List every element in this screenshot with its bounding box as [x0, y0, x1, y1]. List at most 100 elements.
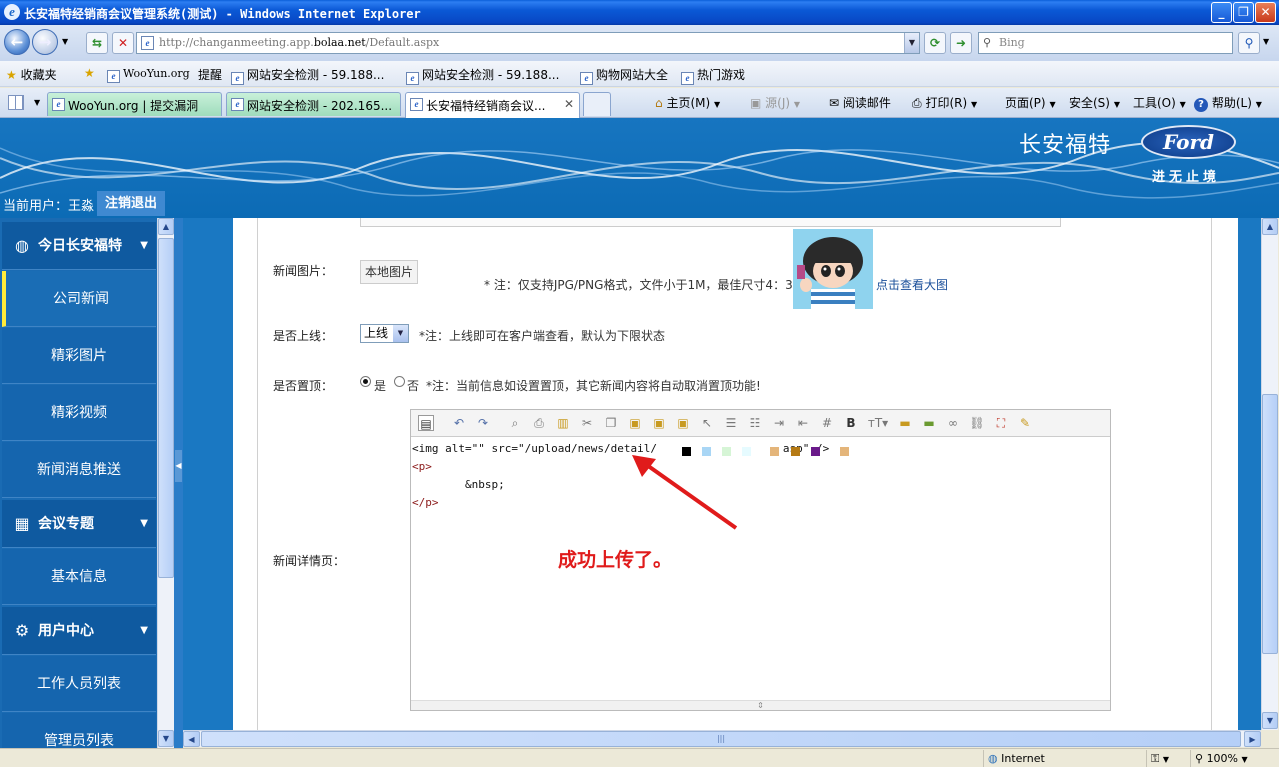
search-options-dropdown-icon[interactable]: ▼	[1263, 37, 1269, 46]
sidebar-group-user-center[interactable]: ⚙ 用户中心 ▼	[2, 607, 156, 655]
forward-button[interactable]: →	[32, 29, 58, 55]
rich-text-editor[interactable]: ▤ ↶ ↷ ⌕ ⎙ ▥ ✂ ❐ ▣ ▣ ▣ ↖ ☰ ☷ ⇥ ⇤ # B тT▾ …	[410, 409, 1111, 711]
online-status-select[interactable]: 上线 ▼	[360, 324, 409, 343]
preview-icon[interactable]: ⌕	[507, 415, 523, 431]
back-button[interactable]: ←	[4, 29, 30, 55]
unlink-icon[interactable]: ⛓	[969, 415, 985, 431]
indent-icon[interactable]: ⇥	[771, 415, 787, 431]
print-button[interactable]: ⎙ 打印(R) ▼	[912, 94, 977, 111]
refresh-button[interactable]: ⟳	[924, 32, 946, 54]
favorite-link-security-2[interactable]: e 网站安全检测 - 59.188...	[406, 66, 559, 85]
favorite-link-security-1[interactable]: e 网站安全检测 - 59.188...	[231, 66, 384, 85]
search-go-button[interactable]: ⚲	[1238, 32, 1260, 54]
cut-icon[interactable]: ✂	[579, 415, 595, 431]
bold-icon[interactable]: B	[843, 415, 859, 431]
undo-icon[interactable]: ↶	[451, 415, 467, 431]
ordered-list-icon[interactable]: ☰	[723, 415, 739, 431]
favorite-link-shopping[interactable]: e 购物网站大全	[580, 66, 668, 85]
sidebar-item-staff-list[interactable]: 工作人员列表	[2, 656, 156, 712]
sidebar-group-meeting[interactable]: ▦ 会议专题 ▼	[2, 500, 156, 548]
compatibility-view-button[interactable]: ⇆	[86, 32, 108, 54]
favorite-link-reminder[interactable]: 提醒	[198, 66, 222, 83]
favorite-link-wooyun[interactable]: e WooYun.org	[107, 66, 190, 83]
close-tab-icon[interactable]: ✕	[564, 97, 574, 111]
print-icon[interactable]: ⎙	[531, 415, 547, 431]
scroll-down-icon[interactable]: ▼	[1262, 712, 1278, 729]
address-dropdown-icon[interactable]: ▼	[904, 33, 919, 53]
window-title-bar[interactable]: e 长安福特经销商会议管理系统(测试) - Windows Internet E…	[0, 0, 1279, 25]
paste-word-icon[interactable]: ▣	[675, 415, 691, 431]
tools-menu-button[interactable]: 工具(O) ▼	[1133, 94, 1186, 111]
safety-menu-button[interactable]: 安全(S) ▼	[1069, 94, 1120, 111]
sidebar-item-company-news[interactable]: 公司新闻	[2, 271, 156, 327]
file-name-field[interactable]	[419, 260, 479, 287]
help-menu-button[interactable]: ? 帮助(L) ▼	[1194, 94, 1262, 112]
recent-pages-dropdown-icon[interactable]: ▼	[62, 37, 68, 46]
pin-top-yes-radio[interactable]	[360, 376, 371, 387]
collapse-sidebar-icon[interactable]: ◀	[175, 450, 182, 482]
horizontal-scroll-thumb[interactable]: |||	[201, 731, 1241, 747]
stop-button[interactable]: ✕	[112, 32, 134, 54]
favorite-link-games[interactable]: e 热门游戏	[681, 66, 745, 85]
scroll-down-icon[interactable]: ▼	[158, 730, 174, 747]
zoom-level[interactable]: ⚲ 100% ▼	[1190, 750, 1276, 767]
select-all-icon[interactable]: ↖	[699, 415, 715, 431]
redo-icon[interactable]: ↷	[475, 415, 491, 431]
page-vertical-scrollbar[interactable]: ▲ ▼	[1261, 218, 1278, 730]
source-code-icon[interactable]: ▤	[418, 415, 434, 431]
close-window-button[interactable]: ✕	[1255, 2, 1276, 23]
sidebar-item-basic-info[interactable]: 基本信息	[2, 549, 156, 605]
read-mail-button[interactable]: ✉ 阅读邮件	[829, 94, 891, 111]
table-icon[interactable]: #	[819, 415, 835, 431]
tab-list-dropdown-icon[interactable]: ▼	[34, 98, 40, 107]
copy-icon[interactable]: ❐	[603, 415, 619, 431]
search-box[interactable]: ⚲ Bing	[978, 32, 1233, 54]
tab-changan-ford[interactable]: e 长安福特经销商会议... ✕	[405, 92, 580, 118]
sidebar-item-videos[interactable]: 精彩视频	[2, 385, 156, 441]
page-menu-button[interactable]: 页面(P) ▼	[1005, 94, 1056, 111]
scroll-left-icon[interactable]: ◀	[183, 731, 200, 747]
home-button[interactable]: ⌂ 主页(M) ▼	[655, 94, 720, 111]
template-icon[interactable]: ▥	[555, 415, 571, 431]
paste-icon[interactable]: ▣	[627, 415, 643, 431]
sidebar-group-today[interactable]: ◍ 今日长安福特 ▼	[2, 222, 156, 270]
outdent-icon[interactable]: ⇤	[795, 415, 811, 431]
go-button[interactable]: ➜	[950, 32, 972, 54]
quick-tabs-icon[interactable]	[8, 95, 24, 110]
tab-security-check[interactable]: e 网站安全检测 - 202.165...	[226, 92, 401, 116]
feeds-button[interactable]: ▣ 源(J) ▼	[750, 94, 800, 111]
scroll-up-icon[interactable]: ▲	[1262, 218, 1278, 235]
logout-button[interactable]: 注销退出	[97, 191, 165, 216]
new-tab-button[interactable]	[583, 92, 611, 116]
security-zone[interactable]: ◍ Internet	[983, 750, 1143, 767]
address-bar[interactable]: e http://changanmeeting.app.bolaa.net/De…	[136, 32, 920, 54]
sidebar-item-pictures[interactable]: 精彩图片	[2, 328, 156, 384]
scroll-up-icon[interactable]: ▲	[158, 218, 174, 235]
page-scroll-thumb[interactable]	[1262, 394, 1278, 654]
page-horizontal-scrollbar[interactable]: ◀ ||| ▶	[183, 730, 1261, 747]
clear-format-icon[interactable]: ✎	[1017, 415, 1033, 431]
scroll-right-icon[interactable]: ▶	[1244, 731, 1261, 747]
link-icon[interactable]: ∞	[945, 415, 961, 431]
unordered-list-icon[interactable]: ☷	[747, 415, 763, 431]
favorites-button[interactable]: ★ 收藏夹	[6, 66, 57, 83]
insert-image-icon[interactable]: ▬	[897, 415, 913, 431]
insert-flash-icon[interactable]: ▬	[921, 415, 937, 431]
tab-wooyun[interactable]: e WooYun.org | 提交漏洞	[47, 92, 222, 116]
view-large-image-link[interactable]: 点击查看大图	[876, 276, 948, 293]
font-size-icon[interactable]: тT▾	[867, 415, 889, 431]
add-favorite-icon[interactable]: ★	[84, 66, 95, 80]
sidebar-item-push[interactable]: 新闻消息推送	[2, 442, 156, 498]
sidebar-scroll-thumb[interactable]	[158, 238, 174, 578]
fullscreen-icon[interactable]: ⛶	[993, 415, 1009, 431]
local-image-button[interactable]: 本地图片	[360, 260, 418, 284]
sidebar-scrollbar[interactable]: ▲ ▼	[157, 218, 174, 748]
paste-text-icon[interactable]: ▣	[651, 415, 667, 431]
pin-top-no-radio[interactable]	[394, 376, 405, 387]
sidebar-item-admin-list[interactable]: 管理员列表	[2, 713, 156, 748]
editor-resize-handle[interactable]: ⇕	[411, 700, 1110, 710]
minimize-button[interactable]: _	[1211, 2, 1232, 23]
maximize-button[interactable]: ❐	[1233, 2, 1254, 23]
protected-mode[interactable]: ⚿ ▼	[1146, 750, 1186, 767]
sidebar-splitter[interactable]: ◀	[174, 218, 183, 748]
